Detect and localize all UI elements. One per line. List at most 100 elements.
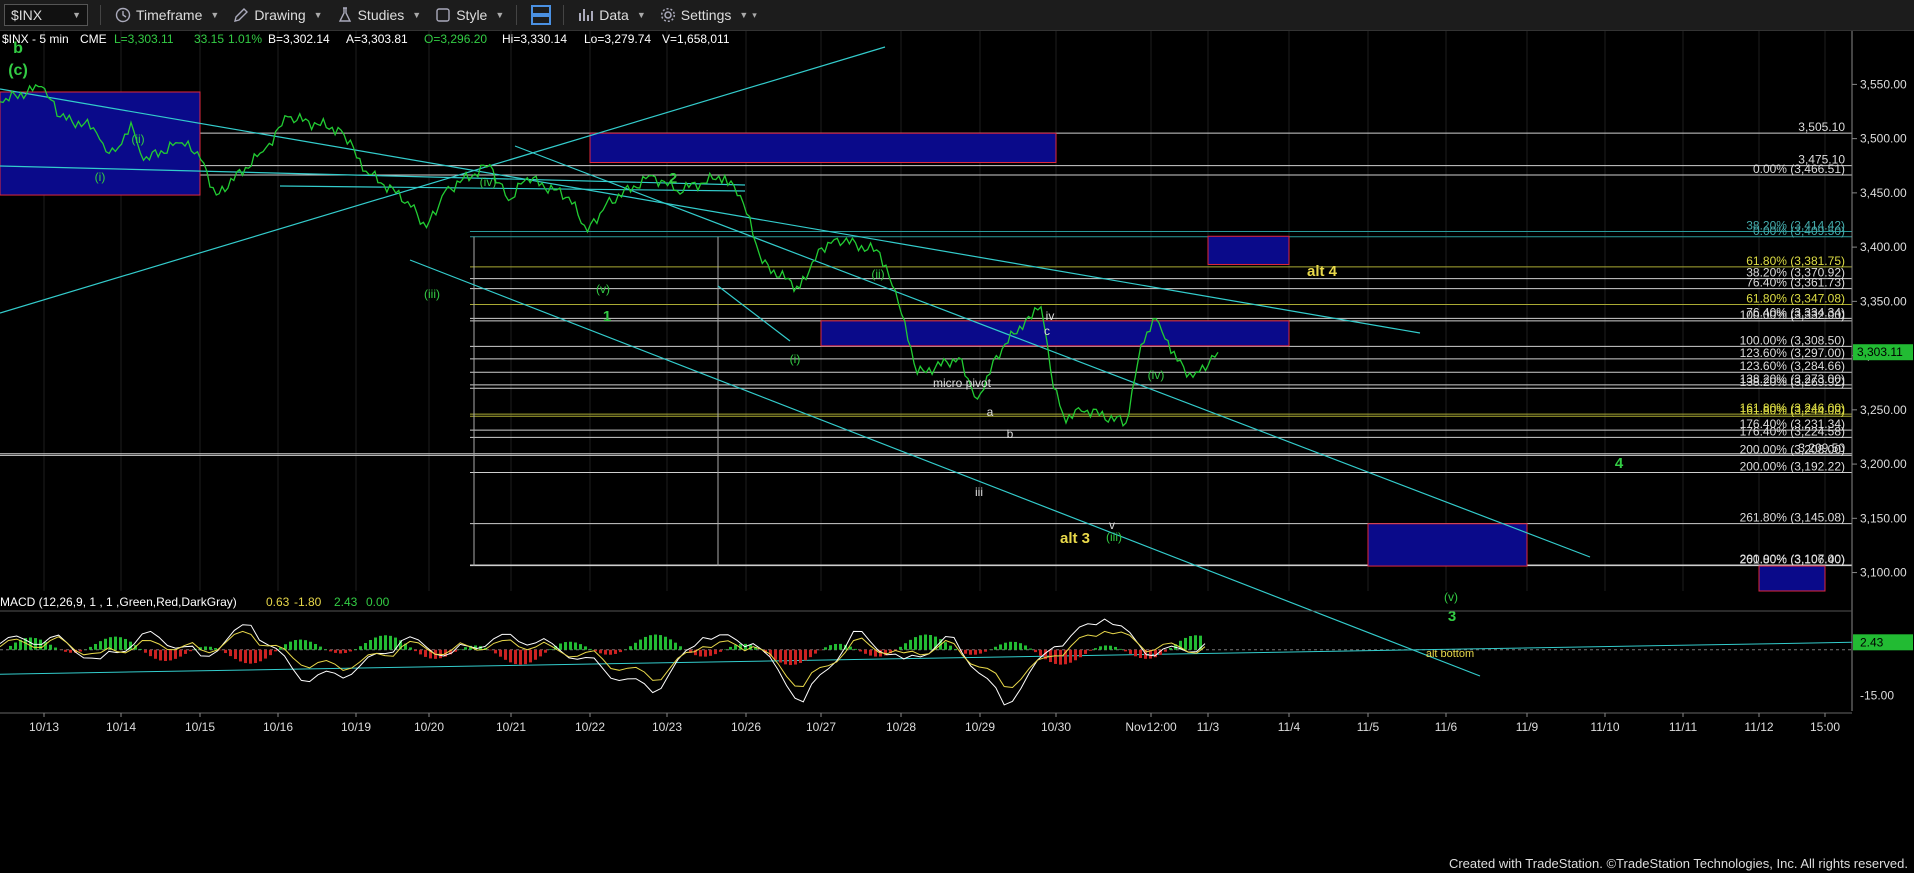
y-tick-label: 3,150.00	[1860, 511, 1907, 525]
chevron-down-icon: ▼	[739, 10, 749, 20]
header-low: Lo=3,279.74	[584, 32, 651, 46]
macd-histogram-bar	[1134, 649, 1137, 657]
macd-histogram-bar	[649, 635, 652, 650]
header-exchange: CME	[80, 32, 107, 46]
wave-label: b	[1007, 427, 1014, 441]
macd-histogram-bar	[944, 642, 947, 650]
target-zone	[589, 132, 1057, 163]
macd-histogram-bar	[1079, 649, 1082, 658]
wave-label: (c)	[8, 62, 28, 79]
macd-histogram-bar	[224, 649, 227, 654]
macd-histogram-bar	[329, 649, 332, 652]
macd-histogram-bar	[869, 649, 872, 656]
x-tick-label: 10/21	[496, 720, 526, 734]
macd-histogram-bar	[584, 646, 587, 650]
macd-histogram-bar	[719, 649, 722, 652]
macd-histogram-bar	[599, 649, 602, 654]
macd-histogram-bar	[1084, 649, 1087, 654]
wave-label: (i)	[790, 352, 801, 366]
x-tick-label: 10/29	[965, 720, 995, 734]
fib-level-label: 200.00% (3,192.22)	[1740, 460, 1845, 474]
macd-histogram-bar	[359, 646, 362, 650]
macd-histogram-bar	[64, 649, 67, 652]
x-tick-label: 10/16	[263, 720, 293, 734]
macd-histogram-bar	[629, 646, 632, 650]
fib-level-label: 76.40% (3,361.73)	[1746, 276, 1845, 290]
wave-label: (iv)	[1148, 368, 1165, 382]
macd-histogram-bar	[414, 649, 417, 652]
macd-histogram-bar	[204, 646, 207, 650]
macd-histogram-bar	[124, 638, 127, 650]
macd-histogram-bar	[834, 643, 837, 650]
macd-histogram-bar	[809, 649, 812, 658]
bar-chart-icon	[579, 9, 594, 21]
macd-histogram-bar	[864, 649, 867, 654]
macd-histogram-bar	[119, 637, 122, 650]
macd-histogram-bar	[159, 649, 162, 661]
macd-histogram-bar	[89, 646, 92, 650]
x-tick-label: 11/5	[1357, 720, 1380, 734]
macd-histogram-bar	[899, 646, 902, 650]
macd-histogram-bar	[509, 649, 512, 663]
layout-button[interactable]	[531, 4, 552, 26]
fib-level-label: 200.00% (3,208.00)	[1740, 442, 1845, 456]
macd-histogram-bar	[114, 636, 117, 650]
toolbar-overflow[interactable]: ▾	[752, 10, 757, 21]
macd-histogram-bar	[334, 649, 337, 653]
macd-histogram-bar	[714, 649, 717, 655]
toolbar-divider	[563, 5, 565, 25]
macd-histogram-bar	[924, 634, 927, 650]
macd-histogram-bar	[1089, 649, 1092, 651]
macd-histogram-bar	[1139, 649, 1142, 658]
style-button[interactable]: Style ▼	[435, 7, 504, 23]
macd-panel: 2.43 -15.00	[0, 610, 1913, 706]
header-volume: V=1,658,011	[662, 32, 730, 46]
macd-histogram-bar	[1009, 641, 1012, 650]
macd-histogram-bar	[824, 647, 827, 650]
macd-histogram-bar	[239, 649, 242, 662]
macd-histogram-bar	[219, 649, 222, 651]
macd-histogram-bar	[619, 649, 622, 653]
data-button[interactable]: Data ▼	[578, 7, 646, 23]
wave-label: micro pivot	[933, 376, 992, 390]
symbol-selector[interactable]: $INX ▼	[4, 4, 88, 26]
price-axis: 3,550.00 3,500.00 3,450.00 3,400.00 3,350.00…	[1851, 31, 1913, 711]
macd-histogram-bar	[169, 649, 172, 661]
footer-copyright: Created with TradeStation. ©TradeStation…	[1448, 856, 1908, 871]
macd-histogram-bar	[289, 641, 292, 650]
macd-value-1: 0.63	[266, 595, 290, 609]
macd-histogram-bar	[229, 649, 232, 657]
macd-histogram-bar	[464, 647, 467, 650]
macd-histogram-bar	[264, 649, 267, 659]
settings-button[interactable]: Settings ▼	[660, 7, 749, 23]
studies-label: Studies	[357, 7, 405, 23]
fib-level-label: 161.80% (3,244.08)	[1740, 403, 1845, 417]
x-tick-label: 10/14	[106, 720, 136, 734]
timeframe-button[interactable]: Timeframe ▼	[115, 7, 219, 23]
x-tick-label: 10/30	[1041, 720, 1071, 734]
chevron-down-icon: ▼	[412, 10, 422, 20]
chevron-down-icon: ▼	[495, 10, 505, 20]
wave-label: alt 3	[1060, 530, 1090, 547]
macd-histogram-bar	[664, 636, 667, 650]
macd-histogram-bar	[799, 649, 802, 663]
price-chart[interactable]: 3,505.103,475.100.00% (3,466.51)38.20% (…	[0, 31, 1914, 873]
macd-histogram-bar	[564, 642, 567, 650]
macd-histogram-bar	[1104, 645, 1107, 650]
studies-button[interactable]: Studies ▼	[337, 7, 422, 23]
y-tick-label: 3,400.00	[1860, 240, 1907, 254]
macd-histogram-bar	[299, 639, 302, 650]
y-tick-label: 3,100.00	[1860, 566, 1907, 580]
wave-label: 4	[1615, 455, 1624, 472]
macd-histogram-bar	[384, 635, 387, 650]
macd-histogram-bar	[729, 646, 732, 650]
macd-histogram-bar	[679, 646, 682, 650]
drawing-button[interactable]: Drawing ▼	[233, 7, 323, 23]
macd-histogram-bar	[489, 649, 492, 651]
macd-legend: MACD (12,26,9, 1 , 1 ,Green,Red,DarkGray…	[0, 595, 390, 609]
pencil-icon	[234, 8, 249, 22]
macd-histogram-bar	[609, 649, 612, 655]
macd-histogram-bar	[829, 645, 832, 650]
wave-label: (iv)	[480, 175, 497, 189]
macd-histogram-bar	[499, 649, 502, 657]
